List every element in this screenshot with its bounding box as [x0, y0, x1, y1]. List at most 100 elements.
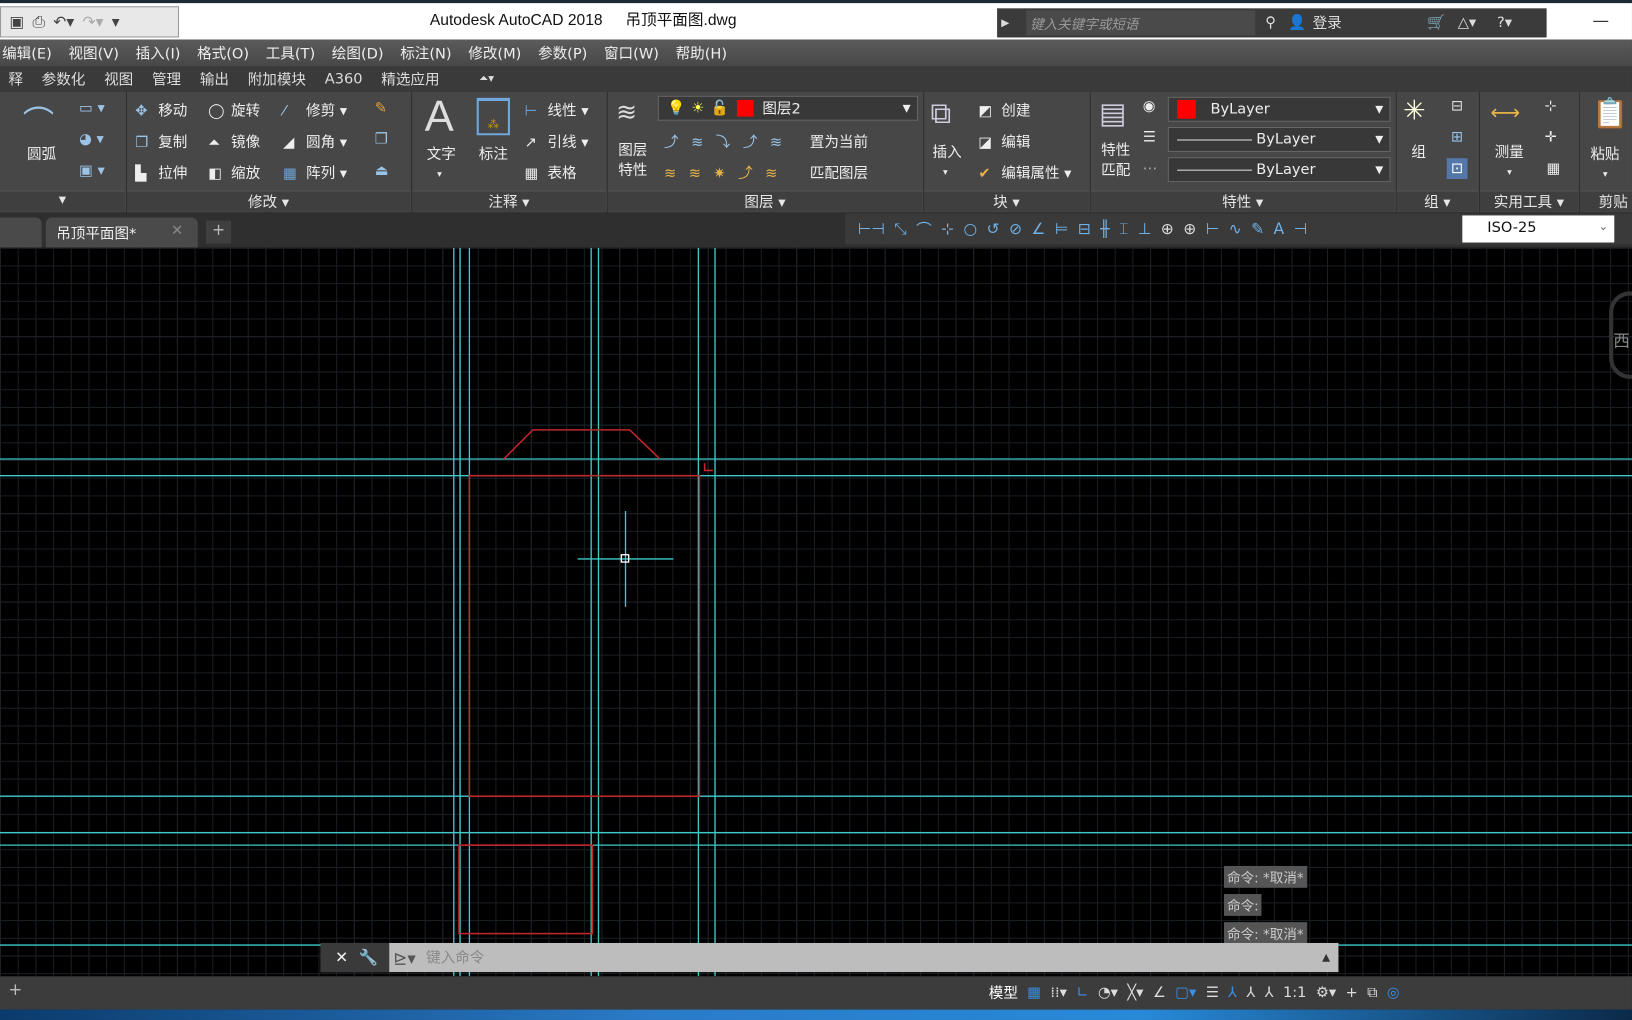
- lineweight-dropdown[interactable]: ByLayer ▼: [1167, 126, 1391, 152]
- modify-panel-title[interactable]: 修改 ▾: [126, 190, 411, 212]
- dimension-button[interactable]: 标注: [479, 144, 508, 165]
- erase-icon[interactable]: ✎: [375, 100, 387, 117]
- edit-attributes-button[interactable]: ✔ 编辑属性 ▾: [978, 162, 1071, 183]
- match-properties-icon[interactable]: ▤: [1099, 96, 1127, 130]
- tab-annotate[interactable]: 释: [0, 69, 33, 90]
- menu-dimension[interactable]: 标注(N): [398, 43, 466, 64]
- customize-wrench-icon[interactable]: 🔧: [359, 948, 378, 967]
- color-dropdown[interactable]: ByLayer ▼: [1167, 96, 1391, 122]
- match-properties-button[interactable]: 特性 匹配: [1101, 142, 1130, 182]
- search-input[interactable]: 键入关键字或短语: [1025, 10, 1255, 36]
- array-button[interactable]: ▦ 阵列 ▾: [283, 162, 347, 183]
- stretch-button[interactable]: ▙ 拉伸: [135, 162, 187, 183]
- calculator-icon[interactable]: ▦: [1547, 160, 1561, 177]
- osnap-track-icon[interactable]: ∠: [1153, 985, 1166, 1002]
- arc-button[interactable]: 圆弧: [27, 144, 56, 165]
- hatch-icon[interactable]: ◕ ▾: [79, 131, 104, 148]
- measure-icon[interactable]: ⟷: [1490, 100, 1520, 125]
- create-block-button[interactable]: ◩ 创建: [978, 100, 1030, 121]
- model-space-button[interactable]: 模型: [989, 983, 1018, 1004]
- menu-format[interactable]: 格式(O): [195, 43, 264, 64]
- cart-icon[interactable]: 🛒: [1427, 15, 1445, 32]
- osnap-icon[interactable]: ▢▾: [1175, 985, 1196, 1002]
- arc-icon[interactable]: ⌒: [23, 97, 54, 143]
- layers-panel-title[interactable]: 图层 ▾: [607, 190, 923, 212]
- fillet-button[interactable]: ◢ 圆角 ▾: [283, 131, 347, 152]
- layer-properties-icon[interactable]: ≋: [616, 98, 637, 127]
- a360-icon[interactable]: △▾: [1458, 15, 1477, 32]
- menu-edit[interactable]: 编辑(E): [0, 43, 66, 64]
- text-button[interactable]: 文字 ▾: [427, 144, 456, 181]
- clipboard-panel-title[interactable]: 剪贴: [1579, 190, 1632, 212]
- undo-icon[interactable]: ↶▾: [53, 12, 74, 31]
- mirror-button[interactable]: ⏶ 镜像: [208, 131, 260, 152]
- menu-help[interactable]: 帮助(H): [673, 43, 741, 64]
- menu-parametric[interactable]: 参数(P): [536, 43, 602, 64]
- draw-panel-title[interactable]: ▾: [0, 190, 125, 212]
- menu-modify[interactable]: 修改(M): [466, 43, 536, 64]
- group-selection-icon[interactable]: ⊡: [1446, 158, 1468, 180]
- dim-diameter-icon[interactable]: ⊘: [1009, 220, 1022, 239]
- edit-block-button[interactable]: ◪ 编辑: [978, 131, 1030, 152]
- match-layer-button[interactable]: 匹配图层: [810, 162, 868, 183]
- print-icon[interactable]: ⎙: [32, 12, 45, 31]
- quick-select-icon[interactable]: ⊹: [1545, 98, 1557, 115]
- group-edit-icon[interactable]: ⊞: [1451, 129, 1463, 146]
- help-icon[interactable]: ?▾: [1497, 15, 1512, 32]
- menu-draw[interactable]: 绘图(D): [330, 43, 398, 64]
- lineweight-toggle-icon[interactable]: ☰: [1206, 985, 1219, 1002]
- tab-addins[interactable]: 附加模块: [239, 69, 316, 90]
- tab-output[interactable]: 输出: [192, 69, 240, 90]
- close-tab-icon[interactable]: ✕: [171, 223, 183, 240]
- dim-break-icon[interactable]: ⊥: [1138, 220, 1152, 239]
- dim-arc-icon[interactable]: ⌒: [916, 218, 932, 240]
- expand-icon[interactable]: ▶: [1001, 17, 1009, 28]
- dim-text-edit-icon[interactable]: A: [1274, 220, 1285, 239]
- grid-icon[interactable]: ▦: [1027, 985, 1041, 1002]
- menu-window[interactable]: 窗口(W): [602, 43, 674, 64]
- hardware-accel-icon[interactable]: ◎: [1387, 985, 1400, 1002]
- new-tab-button[interactable]: +: [206, 220, 232, 244]
- ungroup-icon[interactable]: ⊟: [1451, 98, 1463, 115]
- measure-button[interactable]: 测量 ▾: [1495, 142, 1524, 179]
- menu-tools[interactable]: 工具(T): [264, 43, 330, 64]
- dim-linear-icon[interactable]: ⊢⊣: [858, 220, 885, 239]
- redo-icon[interactable]: ↷▾: [83, 12, 104, 31]
- offset-icon[interactable]: ⏏: [375, 162, 389, 179]
- point-icon[interactable]: ✛: [1545, 129, 1557, 146]
- rotate-button[interactable]: ◯ 旋转: [208, 100, 260, 121]
- tolerance-icon[interactable]: ⊕: [1161, 220, 1174, 239]
- rectangle-icon[interactable]: ▭ ▾: [79, 100, 105, 117]
- workspace-gear-icon[interactable]: ⚙▾: [1316, 985, 1336, 1002]
- dim-update-icon[interactable]: ⊣: [1294, 220, 1308, 239]
- move-button[interactable]: ✥ 移动: [135, 100, 187, 121]
- add-layout-button[interactable]: +: [8, 979, 22, 999]
- dim-ordinate-icon[interactable]: ⊹: [941, 220, 954, 239]
- isodraft-icon[interactable]: ╳▾: [1127, 985, 1143, 1002]
- groups-panel-title[interactable]: 组 ▾: [1396, 190, 1478, 212]
- customize-icon[interactable]: ▾: [112, 12, 120, 31]
- linetype-dropdown[interactable]: ByLayer ▼: [1167, 157, 1391, 183]
- ribbon-minimize-icon[interactable]: ⏶▾: [471, 72, 505, 87]
- viewcube[interactable]: 西: [1609, 291, 1632, 379]
- paste-icon[interactable]: 📋: [1592, 96, 1628, 130]
- jog-line-icon[interactable]: ∿: [1229, 220, 1242, 239]
- snap-icon[interactable]: ⁞⁞▾: [1050, 985, 1067, 1002]
- annotation-scale-icon[interactable]: ⅄: [1265, 985, 1274, 1002]
- tab-a360[interactable]: A360: [316, 71, 373, 88]
- dim-radius-icon[interactable]: ○: [964, 220, 978, 239]
- block-panel-title[interactable]: 块 ▾: [924, 190, 1089, 212]
- dim-aligned-icon[interactable]: ⤡: [894, 220, 907, 239]
- document-tab[interactable]: 吊顶平面图* ✕: [45, 217, 198, 248]
- table-button[interactable]: ▦ 表格: [525, 162, 577, 183]
- dimension-style-dropdown[interactable]: ISO-25 ⌄: [1462, 215, 1615, 243]
- polar-icon[interactable]: ◔▾: [1098, 985, 1118, 1002]
- insert-button[interactable]: 插入 ▾: [933, 142, 962, 179]
- scale-button[interactable]: ◧ 缩放: [208, 162, 260, 183]
- close-cmdline-icon[interactable]: ✕: [335, 948, 348, 967]
- copy-button[interactable]: ❐ 复制: [135, 131, 187, 152]
- start-tab[interactable]: [0, 217, 42, 248]
- dimension-icon[interactable]: ⁂: [476, 97, 510, 136]
- properties-panel-title[interactable]: 特性 ▾: [1090, 190, 1395, 212]
- layer-tools-row1[interactable]: ⤴≋⤵⤴≋: [664, 131, 795, 152]
